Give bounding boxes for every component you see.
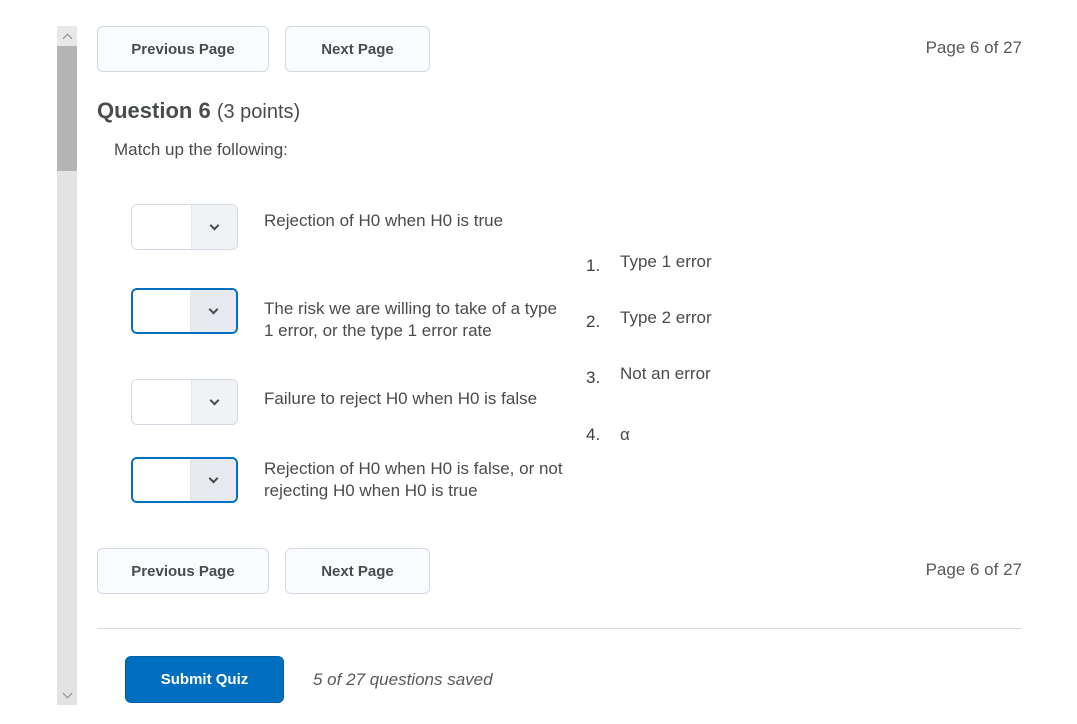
match-select-4[interactable]: [131, 457, 238, 503]
choice-label: Not an error: [620, 364, 711, 383]
match-statement: Failure to reject H0 when H0 is false: [264, 389, 538, 408]
select-value: [132, 380, 191, 424]
chevron-down-icon: [62, 688, 72, 698]
scroll-thumb[interactable]: [57, 46, 77, 171]
dropdown-arrow[interactable]: [190, 459, 236, 501]
choice-number: 1.: [586, 256, 601, 275]
submit-quiz-button[interactable]: Submit Quiz: [125, 656, 284, 703]
chevron-down-icon: [208, 304, 219, 314]
previous-page-button-top[interactable]: Previous Page: [97, 26, 269, 72]
select-value: [133, 459, 190, 501]
choice-number: 3.: [586, 368, 601, 387]
chevron-down-icon: [209, 220, 220, 230]
divider: [97, 628, 1022, 629]
chevron-down-icon: [209, 395, 220, 405]
choice-item: 1. Type 1 error: [586, 252, 712, 276]
page-indicator-bottom: Page 6 of 27: [925, 560, 1022, 579]
match-statement: The risk we are willing to take of a typ…: [264, 299, 557, 340]
match-row: The risk we are willing to take of a typ…: [131, 280, 564, 342]
select-value: [133, 290, 190, 332]
question-title: Question 6 (3 points): [97, 98, 300, 124]
choice-label: Type 1 error: [620, 252, 712, 271]
choice-item: 3. Not an error: [586, 364, 711, 388]
vertical-scrollbar[interactable]: [57, 26, 77, 705]
choice-label: Type 2 error: [620, 308, 712, 327]
choice-item: 2. Type 2 error: [586, 308, 712, 332]
match-row: Rejection of H0 when H0 is true: [131, 204, 564, 250]
select-value: [132, 205, 191, 249]
previous-page-button-bottom[interactable]: Previous Page: [97, 548, 269, 594]
choice-number: 4.: [586, 425, 601, 444]
next-page-button-bottom[interactable]: Next Page: [285, 548, 430, 594]
question-prompt: Match up the following:: [114, 140, 288, 159]
choice-number: 2.: [586, 312, 601, 331]
chevron-down-icon: [208, 473, 219, 483]
page-indicator-top: Page 6 of 27: [925, 38, 1022, 57]
scroll-up-button[interactable]: [57, 26, 77, 46]
match-statement: Rejection of H0 when H0 is false, or not…: [264, 459, 563, 500]
saved-status: 5 of 27 questions saved: [313, 670, 493, 689]
choice-label: α: [620, 425, 630, 444]
next-page-button-top[interactable]: Next Page: [285, 26, 430, 72]
dropdown-arrow[interactable]: [191, 380, 237, 424]
match-select-2[interactable]: [131, 288, 238, 334]
match-select-1[interactable]: [131, 204, 238, 250]
match-select-3[interactable]: [131, 379, 238, 425]
choice-item: 4. α: [586, 425, 630, 445]
question-number: Question 6: [97, 98, 211, 123]
match-statement: Rejection of H0 when H0 is true: [264, 211, 504, 230]
match-row: Failure to reject H0 when H0 is false: [131, 379, 564, 425]
dropdown-arrow[interactable]: [190, 290, 236, 332]
chevron-up-icon: [62, 33, 72, 43]
dropdown-arrow[interactable]: [191, 205, 237, 249]
question-points: (3 points): [216, 101, 301, 123]
match-row: Rejection of H0 when H0 is false, or not…: [131, 457, 564, 503]
scroll-down-button[interactable]: [57, 685, 77, 705]
